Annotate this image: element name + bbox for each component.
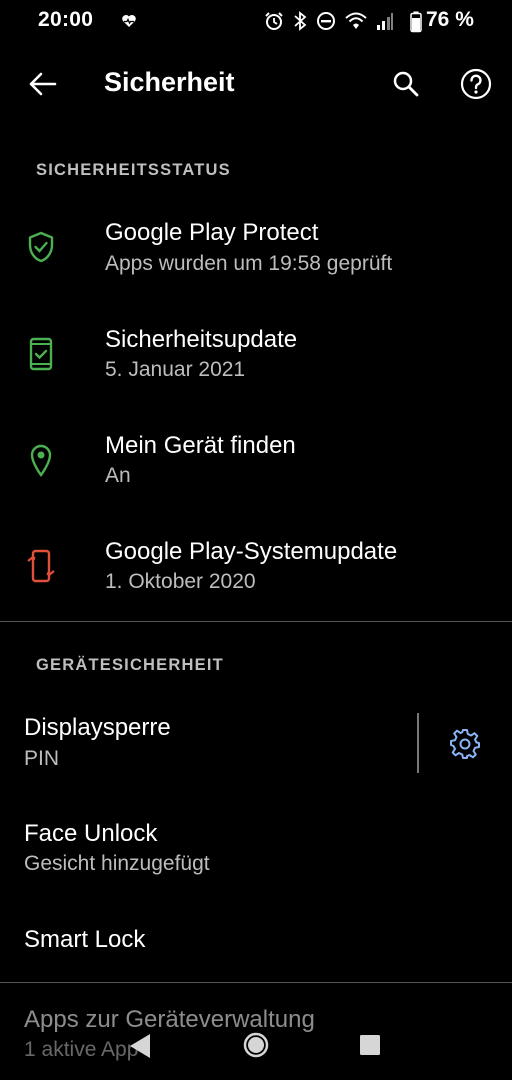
vertical-divider [417,713,419,773]
signal-icon [377,13,393,30]
nav-recents-icon[interactable] [359,1034,381,1056]
list-item-smart-lock[interactable]: Smart Lock [0,910,512,980]
row-subtitle: Apps wurden um 19:58 geprüft [105,252,393,275]
section-header-device-security: GERÄTESICHERHEIT [36,656,224,674]
bluetooth-icon [294,11,307,31]
row-title: Smart Lock [24,926,146,953]
phone-check-icon [24,337,58,371]
row-title: Mein Gerät finden [105,432,296,459]
row-title: Face Unlock [24,820,158,847]
status-time: 20:00 [38,8,94,31]
battery-icon [410,11,422,33]
list-item-play-protect[interactable]: Google Play Protect Apps wurden um 19:58… [0,205,512,309]
section-divider [0,621,512,622]
row-subtitle: 1 aktive App [24,1038,139,1061]
battery-percent: 76 % [426,8,474,31]
wifi-icon [345,12,367,29]
nav-back-icon[interactable] [128,1032,152,1060]
row-subtitle: PIN [24,747,60,770]
row-title: Sicherheitsupdate [105,326,298,353]
nav-home-icon[interactable] [243,1032,269,1058]
back-button[interactable] [22,64,62,104]
list-item-face-unlock[interactable]: Face Unlock Gesicht hinzugefügt [0,806,512,906]
search-button[interactable] [386,64,426,104]
section-divider [0,982,512,983]
phone-update-icon [24,549,58,583]
screen-lock-settings-button[interactable] [442,721,488,767]
search-icon [393,71,419,97]
row-title: Google Play Protect [105,219,319,246]
row-subtitle: An [105,464,131,487]
section-header-security-status: SICHERHEITSSTATUS [36,161,231,179]
list-item-screen-lock[interactable]: Displaysperre PIN [0,700,412,790]
help-button[interactable] [456,64,496,104]
alarm-icon [265,12,283,30]
help-icon [460,68,492,100]
page-title: Sicherheit [104,67,235,97]
row-subtitle: 5. Januar 2021 [105,358,246,381]
row-subtitle: Gesicht hinzugefügt [24,852,210,875]
location-pin-icon [24,443,58,477]
heart-pulse-icon [122,15,136,27]
status-icons [264,10,394,32]
list-item-play-system-update[interactable]: Google Play-Systemupdate 1. Oktober 2020 [0,525,512,621]
row-subtitle: 1. Oktober 2020 [105,570,256,593]
dnd-icon [317,12,335,30]
row-title: Apps zur Geräteverwaltung [24,1006,315,1033]
shield-check-icon [24,230,58,264]
row-title: Displaysperre [24,714,171,741]
gear-icon [450,729,480,759]
row-title: Google Play-Systemupdate [105,538,398,565]
arrow-left-icon [29,72,57,96]
list-item-security-update[interactable]: Sicherheitsupdate 5. Januar 2021 [0,312,512,416]
list-item-find-my-device[interactable]: Mein Gerät finden An [0,418,512,522]
